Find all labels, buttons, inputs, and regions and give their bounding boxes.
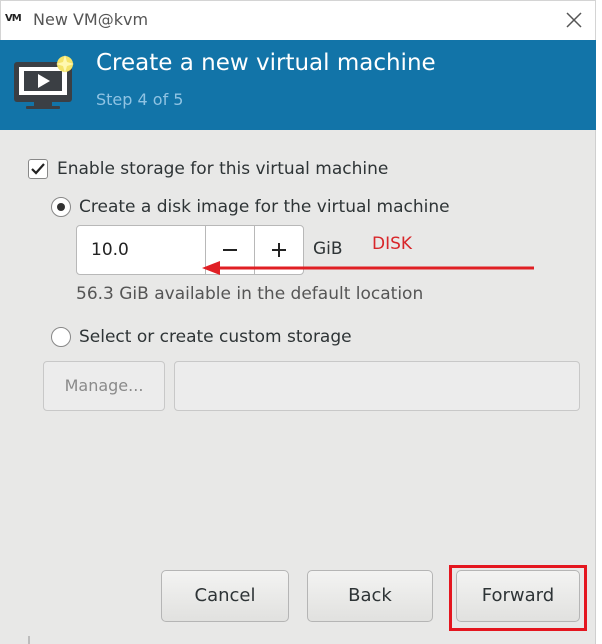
app-logo-icon: VM [5, 13, 22, 24]
window-title: New VM@kvm [33, 10, 149, 29]
radio-dot-icon [57, 203, 65, 211]
cancel-button[interactable]: Cancel [161, 570, 289, 622]
window-titlebar: VM New VM@kvm [0, 0, 596, 40]
annotation-arrow-icon [202, 261, 534, 275]
storage-path-input[interactable] [174, 361, 580, 411]
back-button[interactable]: Back [307, 570, 433, 622]
enable-storage-label: Enable storage for this virtual machine [57, 159, 389, 179]
manage-button[interactable]: Manage... [43, 361, 165, 411]
monitor-play-icon [14, 55, 74, 109]
window-edge-divider [28, 636, 30, 644]
close-icon[interactable] [563, 9, 585, 31]
wizard-step: Step 4 of 5 [96, 90, 184, 109]
custom-storage-label: Select or create custom storage [79, 327, 352, 347]
available-space-text: 56.3 GiB available in the default locati… [76, 284, 424, 304]
wizard-header: Create a new virtual machine Step 4 of 5 [0, 40, 596, 130]
disk-annotation-label: DISK [372, 234, 413, 254]
custom-storage-radio[interactable] [51, 327, 71, 347]
forward-highlight-box [449, 565, 587, 631]
size-unit-label: GiB [313, 239, 343, 259]
wizard-title: Create a new virtual machine [96, 50, 436, 76]
disk-image-radio[interactable] [51, 197, 71, 217]
disk-size-input[interactable]: 10.0 [76, 225, 206, 275]
checkmark-icon [31, 163, 45, 175]
enable-storage-checkbox[interactable] [28, 159, 48, 179]
disk-image-label: Create a disk image for the virtual mach… [79, 197, 450, 217]
